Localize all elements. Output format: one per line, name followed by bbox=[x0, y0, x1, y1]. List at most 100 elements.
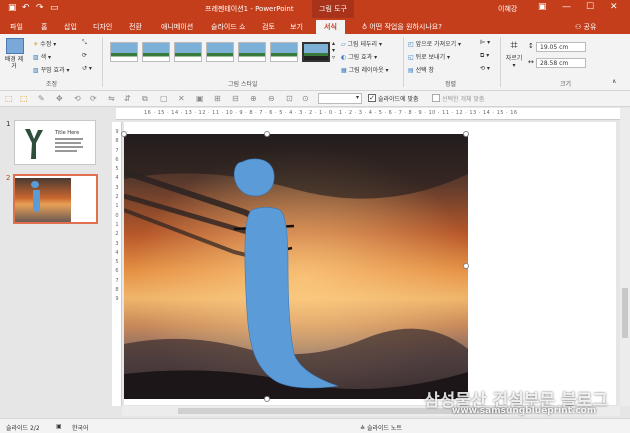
picture-style-4[interactable] bbox=[206, 42, 234, 62]
copy-icon[interactable]: ⧉ bbox=[142, 94, 148, 104]
spellcheck-icon[interactable]: ▣ bbox=[56, 423, 62, 430]
tab-animations[interactable]: 애니메이션 bbox=[158, 20, 196, 34]
height-field[interactable]: 19.05 cm bbox=[536, 42, 586, 52]
tell-me-box[interactable]: ♁ 어떤 작업을 원하시나요? bbox=[362, 20, 442, 34]
align-icon[interactable]: ⊫ ▾ bbox=[480, 39, 490, 46]
vertical-scrollbar[interactable] bbox=[620, 108, 630, 406]
rotate-icon[interactable]: ⟲ ▾ bbox=[480, 65, 490, 72]
group-separator bbox=[102, 37, 103, 87]
crop-icon: ⌗ bbox=[510, 38, 518, 53]
corrections-button[interactable]: ☀ 수정 ▾ bbox=[33, 39, 56, 48]
reset-picture-icon[interactable]: ↺ ▾ bbox=[82, 65, 92, 72]
fit-slide-checkbox[interactable]: ✓ bbox=[368, 94, 376, 102]
ribbon-options-icon[interactable]: ▣ bbox=[538, 2, 547, 12]
notes-button[interactable]: ≜ 슬라이드 노트 bbox=[360, 423, 402, 432]
flip-icon[interactable]: ⇋ bbox=[108, 94, 115, 103]
shape-icon[interactable]: ⬚ bbox=[20, 94, 28, 103]
tab-design[interactable]: 디자인 bbox=[90, 20, 115, 34]
shape-stem bbox=[33, 190, 40, 212]
tab-format[interactable]: 서식 bbox=[316, 20, 345, 34]
eyedropper-icon[interactable]: ✎ bbox=[38, 94, 45, 103]
size-group-label: 크기 bbox=[560, 81, 572, 88]
remove-background-button[interactable]: 배경 제거 bbox=[4, 38, 26, 70]
rotate-left-icon[interactable]: ⟲ bbox=[74, 94, 81, 103]
paste-icon[interactable]: ▢ bbox=[160, 94, 168, 103]
collapse-ribbon-icon[interactable]: ∧ bbox=[612, 78, 616, 85]
slide-thumbnail-1[interactable]: Title Here bbox=[14, 120, 96, 165]
zoom-out-icon[interactable]: ⊖ bbox=[268, 94, 275, 103]
delete-icon[interactable]: ✕ bbox=[178, 94, 185, 103]
resize-handle-right[interactable] bbox=[463, 263, 469, 269]
close-icon[interactable]: ✕ bbox=[610, 2, 618, 12]
slide-number: 2 bbox=[6, 174, 11, 182]
save-icon[interactable]: ▣ bbox=[8, 3, 17, 13]
picture-layout-button[interactable]: ▦ 그림 레이아웃 ▾ bbox=[341, 65, 389, 74]
color-button[interactable]: ▨ 색 ▾ bbox=[33, 52, 51, 61]
maximize-icon[interactable]: ☐ bbox=[586, 2, 594, 12]
undo-icon[interactable]: ↶ bbox=[22, 3, 30, 13]
vertical-scroll-thumb[interactable] bbox=[622, 288, 628, 338]
letter-y-graphic bbox=[23, 127, 45, 161]
status-bar: 슬라이드 2/2 ▣ 한국어 ≜ 슬라이드 노트 bbox=[0, 418, 630, 433]
rotate-right-icon[interactable]: ⟳ bbox=[90, 94, 97, 103]
picture-toolbar: ⬚ ⬚ ✎ ✥ ⟲ ⟳ ⇋ ⇵ ⧉ ▢ ✕ ▣ ⊞ ⊟ ⊕ ⊖ ⊡ ⊙ ▾ ✓ … bbox=[0, 91, 630, 107]
resize-handle-top[interactable] bbox=[264, 131, 270, 137]
horizontal-ruler[interactable]: 16 · 15 · 14 · 13 · 12 · 11 · 10 · 9 · 8… bbox=[116, 108, 620, 120]
change-picture-icon[interactable]: ⟳ bbox=[82, 52, 87, 59]
zoom-in-icon[interactable]: ⊕ bbox=[250, 94, 257, 103]
share-button[interactable]: ⚇ 공유 bbox=[575, 20, 596, 34]
adjust-group-label: 조정 bbox=[46, 81, 58, 88]
select-only-checkbox[interactable] bbox=[432, 94, 440, 102]
picture-style-3[interactable] bbox=[174, 42, 202, 62]
crop-button[interactable]: ⌗ 자르기 ▾ bbox=[503, 38, 525, 69]
minimize-icon[interactable]: — bbox=[562, 2, 571, 12]
bring-forward-button[interactable]: ◰ 앞으로 가져오기 ▾ bbox=[408, 39, 461, 48]
tab-insert[interactable]: 삽입 bbox=[61, 20, 80, 34]
resize-handle-bottom[interactable] bbox=[264, 396, 270, 402]
artistic-effects-button[interactable]: ▧ 꾸밈 효과 ▾ bbox=[33, 65, 70, 74]
selection-pane-icon: ▤ bbox=[408, 67, 416, 74]
fit-icon[interactable]: ⊡ bbox=[286, 94, 293, 103]
tab-home[interactable]: 홈 bbox=[38, 20, 50, 34]
slide-canvas[interactable] bbox=[121, 122, 616, 405]
notes-icon: ≜ bbox=[360, 425, 367, 432]
lock-icon[interactable]: ▣ bbox=[196, 94, 204, 103]
user-name[interactable]: 이혜강 bbox=[498, 4, 517, 14]
width-field[interactable]: 28.58 cm bbox=[536, 58, 586, 68]
picture-style-1[interactable] bbox=[110, 42, 138, 62]
picture-style-6[interactable] bbox=[270, 42, 298, 62]
compress-icon[interactable]: ⤡ bbox=[82, 39, 87, 47]
send-backward-button[interactable]: ◱ 뒤로 보내기 ▾ bbox=[408, 52, 450, 61]
redo-icon[interactable]: ↷ bbox=[36, 3, 44, 13]
slide-thumbnail-2[interactable] bbox=[13, 174, 98, 224]
tab-view[interactable]: 보기 bbox=[287, 20, 306, 34]
vertical-ruler[interactable]: 9876543210123456789 bbox=[112, 122, 122, 406]
language-indicator[interactable]: 한국어 bbox=[72, 423, 89, 432]
tab-review[interactable]: 검토 bbox=[259, 20, 278, 34]
tab-transitions[interactable]: 전환 bbox=[126, 20, 145, 34]
picture-style-7[interactable] bbox=[302, 42, 330, 62]
reset-view-icon[interactable]: ⊙ bbox=[302, 94, 309, 103]
group-separator bbox=[403, 37, 404, 87]
picture-border-button[interactable]: ▱ 그림 테두리 ▾ bbox=[341, 39, 382, 48]
resize-handle-top-left[interactable] bbox=[121, 131, 127, 137]
gallery-scroll-icon[interactable]: ▴ ▾ ▿ bbox=[332, 40, 335, 61]
picture-effects-button[interactable]: ◐ 그림 효과 ▾ bbox=[341, 52, 377, 61]
resize-handle-top-right[interactable] bbox=[463, 131, 469, 137]
send-backward-icon: ◱ bbox=[408, 54, 416, 61]
group-icon[interactable]: ⧉ ▾ bbox=[480, 52, 489, 60]
distribute-icon[interactable]: ⊟ bbox=[232, 94, 239, 103]
group-objects-icon[interactable]: ⊞ bbox=[214, 94, 221, 103]
tab-slideshow[interactable]: 슬라이드 쇼 bbox=[208, 20, 248, 34]
picture-style-2[interactable] bbox=[142, 42, 170, 62]
sunset-photo[interactable] bbox=[124, 134, 468, 399]
flip-vertical-icon[interactable]: ⇵ bbox=[124, 94, 131, 103]
format-painter-icon[interactable]: ⬚ bbox=[5, 94, 13, 103]
selection-pane-button[interactable]: ▤ 선택 창 bbox=[408, 65, 434, 74]
zoom-dropdown[interactable]: ▾ bbox=[318, 93, 362, 104]
start-show-icon[interactable]: ▭ bbox=[50, 3, 59, 13]
pan-icon[interactable]: ✥ bbox=[56, 94, 63, 103]
tab-file[interactable]: 파일 bbox=[7, 20, 26, 34]
picture-style-5[interactable] bbox=[238, 42, 266, 62]
sunset-image bbox=[124, 134, 468, 399]
